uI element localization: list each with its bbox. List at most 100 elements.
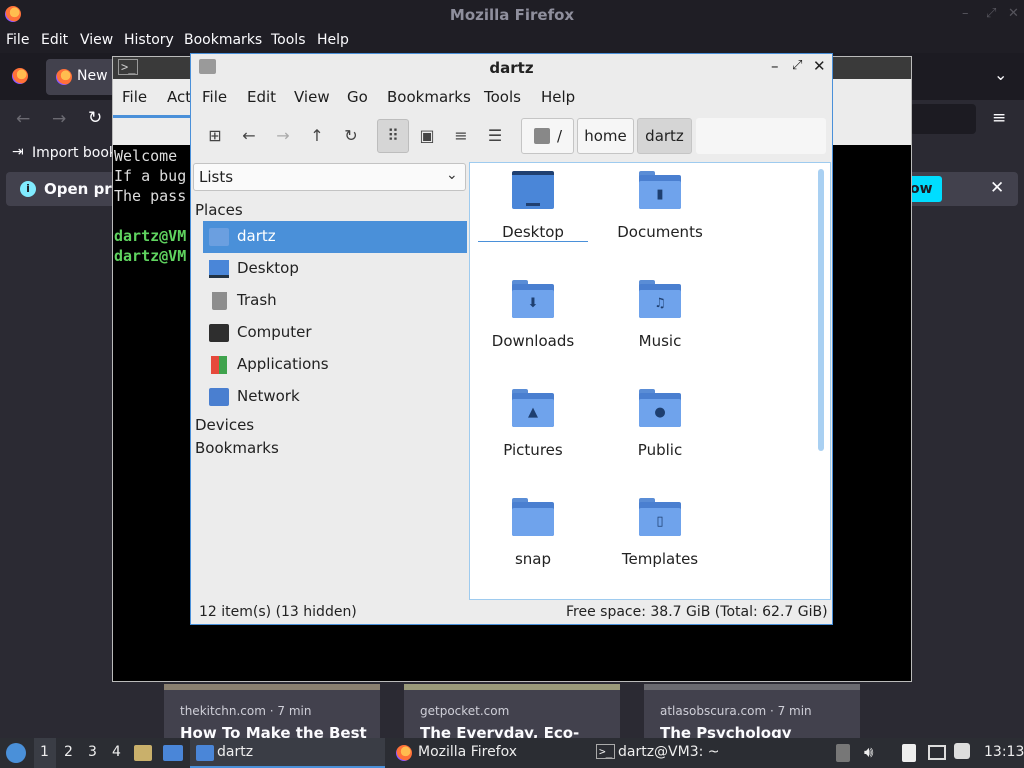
tab-label: New: [77, 68, 108, 84]
up-arrow-icon[interactable]: ↑: [302, 121, 332, 151]
back-arrow-icon[interactable]: ←: [234, 121, 264, 151]
menu-history[interactable]: History: [124, 32, 174, 48]
file-item-public[interactable]: ● Public: [605, 389, 715, 489]
story-thumbnail: [164, 684, 380, 690]
urlbar-fragment[interactable]: [910, 104, 976, 134]
image-view-icon[interactable]: ▣: [412, 121, 442, 151]
terminal-line: Welcome: [114, 147, 178, 165]
story-source: atlasobscura.com · 7 min: [660, 704, 812, 718]
sidebar-item-dartz[interactable]: dartz: [203, 221, 467, 253]
terminal-menu-actions[interactable]: Act: [167, 88, 191, 106]
tab-firefox-icon: [56, 69, 72, 85]
sidebar-item-computer[interactable]: Computer: [203, 317, 467, 349]
fm-menu-go[interactable]: Go: [347, 88, 368, 106]
import-bookmarks-link[interactable]: Import book: [32, 145, 117, 161]
menu-tools[interactable]: Tools: [271, 32, 306, 48]
music-folder-icon: ♫: [639, 280, 681, 320]
maximize-icon[interactable]: ⤢: [986, 6, 996, 21]
workspace-1[interactable]: 1: [40, 744, 49, 760]
file-item-desktop[interactable]: Desktop: [478, 171, 588, 271]
back-arrow-icon[interactable]: ←: [16, 109, 30, 129]
file-item-pictures[interactable]: ▲ Pictures: [478, 389, 588, 489]
workspace-4[interactable]: 4: [112, 744, 121, 760]
sidebar-devices-header[interactable]: Devices: [195, 416, 254, 434]
sidebar-item-trash[interactable]: Trash: [203, 285, 467, 317]
firefox-view-icon[interactable]: [12, 68, 28, 84]
close-icon[interactable]: ✕: [1008, 6, 1019, 21]
volume-icon[interactable]: 🔊︎: [864, 743, 873, 761]
reload-icon[interactable]: ↻: [336, 121, 366, 151]
file-item-documents[interactable]: ▮ Documents: [605, 171, 715, 271]
menu-file[interactable]: File: [6, 32, 29, 48]
sidebar-places-header[interactable]: Places: [195, 201, 243, 219]
breadcrumb-dartz[interactable]: dartz: [637, 118, 692, 154]
sidebar-item-desktop[interactable]: Desktop: [203, 253, 467, 285]
story-card[interactable]: thekitchn.com · 7 min How To Make the Be…: [164, 684, 380, 738]
story-source: getpocket.com: [420, 704, 510, 718]
clipboard-icon[interactable]: [902, 744, 916, 762]
status-bar: 12 item(s) (13 hidden) Free space: 38.7 …: [191, 600, 832, 624]
file-manager-launcher-icon[interactable]: [134, 745, 152, 761]
menu-bookmarks[interactable]: Bookmarks: [184, 32, 262, 48]
vertical-scrollbar[interactable]: [818, 169, 824, 451]
minimize-icon[interactable]: –: [771, 57, 779, 75]
tab-list-chevron-icon[interactable]: ⌄: [994, 65, 1007, 84]
notice-close-icon[interactable]: ✕: [990, 178, 1004, 198]
notifications-icon[interactable]: [954, 743, 970, 759]
terminal-menu-file[interactable]: File: [122, 88, 147, 106]
location-bar-empty[interactable]: [696, 118, 826, 154]
sidebar-bookmarks-header[interactable]: Bookmarks: [195, 439, 279, 457]
task-dartz[interactable]: dartz: [190, 738, 385, 768]
workspace-2[interactable]: 2: [64, 744, 73, 760]
breadcrumb-root[interactable]: /: [521, 118, 574, 154]
firefox-tab-new[interactable]: New: [46, 59, 116, 95]
file-item-music[interactable]: ♫ Music: [605, 280, 715, 380]
sidebar-item-network[interactable]: Network: [203, 381, 467, 413]
story-card[interactable]: atlasobscura.com · 7 min The Psychology: [644, 684, 860, 738]
terminal-prompt: dartz@VM: [114, 227, 187, 245]
fm-menu-tools[interactable]: Tools: [484, 88, 521, 106]
network-icon[interactable]: [928, 745, 946, 760]
reload-icon[interactable]: ↻: [88, 108, 102, 128]
menu-edit[interactable]: Edit: [41, 32, 68, 48]
minimize-icon[interactable]: –: [962, 6, 969, 21]
templates-folder-icon: ▯: [639, 498, 681, 538]
file-item-downloads[interactable]: ⬇ Downloads: [478, 280, 588, 380]
story-thumbnail: [404, 684, 620, 690]
forward-arrow-icon[interactable]: →: [52, 109, 66, 129]
menu-view[interactable]: View: [80, 32, 113, 48]
story-headline: The Everyday, Eco-: [420, 724, 580, 738]
desktop-icon: [209, 260, 229, 278]
hamburger-menu-icon[interactable]: ≡: [992, 108, 1006, 128]
detailed-list-icon[interactable]: ☰: [480, 121, 510, 151]
updates-icon[interactable]: [836, 744, 850, 762]
sidebar-item-applications[interactable]: Applications: [203, 349, 467, 381]
menu-help[interactable]: Help: [317, 32, 349, 48]
notice-action-button[interactable]: ow: [908, 176, 942, 202]
maximize-icon[interactable]: ⤢: [792, 58, 802, 73]
icon-view-grid-icon[interactable]: ⠿: [377, 119, 409, 153]
fm-menu-bookmarks[interactable]: Bookmarks: [387, 88, 471, 106]
fm-menu-view[interactable]: View: [294, 88, 330, 106]
story-card[interactable]: getpocket.com The Everyday, Eco-: [404, 684, 620, 738]
file-item-templates[interactable]: ▯ Templates: [605, 498, 715, 598]
new-tab-icon[interactable]: ⊞: [200, 121, 230, 151]
fm-menu-file[interactable]: File: [202, 88, 227, 106]
free-space: Free space: 38.7 GiB (Total: 62.7 GiB): [566, 604, 828, 620]
task-firefox[interactable]: Mozilla Firefox: [390, 738, 585, 768]
fm-menu-help[interactable]: Help: [541, 88, 575, 106]
firefox-menubar: File Edit View History Bookmarks Tools H…: [0, 29, 1024, 53]
start-menu-icon[interactable]: [6, 743, 26, 763]
file-item-snap[interactable]: snap: [478, 498, 588, 598]
fm-menu-edit[interactable]: Edit: [247, 88, 276, 106]
list-view-icon[interactable]: ≡: [446, 121, 476, 151]
breadcrumb-home[interactable]: home: [577, 118, 634, 154]
sidebar-type-select[interactable]: Lists ⌄: [193, 163, 466, 191]
show-desktop-icon[interactable]: [163, 745, 183, 761]
forward-arrow-icon[interactable]: →: [268, 121, 298, 151]
close-icon[interactable]: ✕: [813, 57, 826, 75]
clock[interactable]: 13:13: [984, 744, 1024, 760]
downloads-folder-icon: ⬇: [512, 280, 554, 320]
workspace-3[interactable]: 3: [88, 744, 97, 760]
task-terminal[interactable]: >_ dartz@VM3: ~: [590, 738, 790, 768]
